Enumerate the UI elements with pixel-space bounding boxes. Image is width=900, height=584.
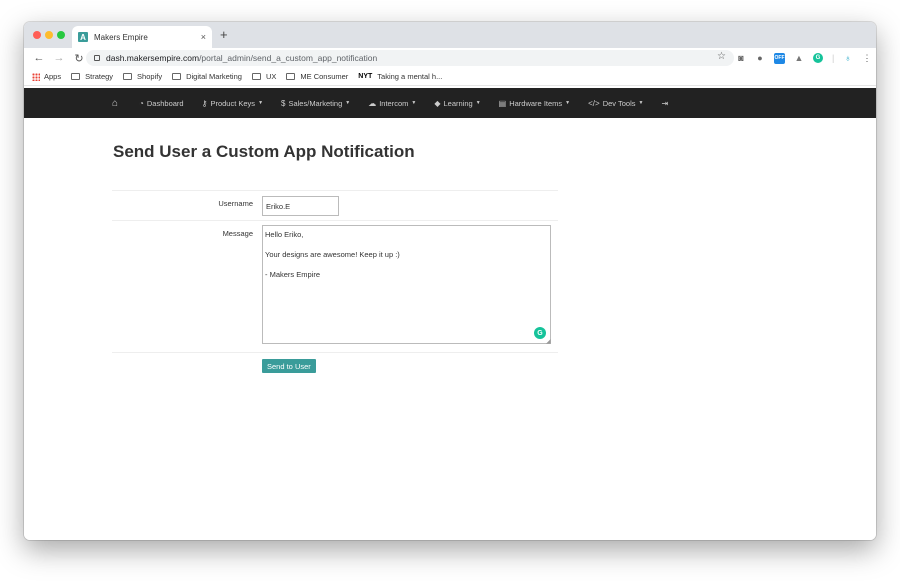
username-label: Username [218, 199, 253, 208]
toolbar-divider: | [832, 53, 835, 63]
tab-title: Makers Empire [94, 32, 148, 42]
app-navbar: ⌂ ◔ Dashboard ⚷ Product Keys ▼ $ Sales/M… [24, 88, 876, 118]
pin-icon[interactable]: ● [755, 53, 765, 63]
bookmarks-bar: Apps Strategy Shopify Digital Marketing … [24, 68, 876, 86]
nav-label: Hardware Items [509, 98, 563, 108]
nav-label: Product Keys [210, 98, 256, 108]
apps-grid-icon [32, 72, 40, 81]
cloud-icon: ☁ [368, 98, 377, 108]
maximize-window-button[interactable] [57, 31, 65, 39]
home-icon: ⌂ [112, 97, 119, 109]
caret-down-icon: ▼ [258, 100, 264, 106]
bookmark-label: UX [265, 72, 277, 81]
form-row-username: Username Eriko.E [112, 190, 558, 220]
caret-down-icon: ▼ [345, 100, 351, 106]
forward-arrow-icon[interactable]: → [49, 52, 69, 64]
bookmark-star-icon[interactable]: ☆ [717, 51, 726, 62]
nav-sales-marketing[interactable]: $ Sales/Marketing ▼ [281, 99, 350, 108]
username-input[interactable]: Eriko.E [262, 196, 339, 216]
bookmark-shopify[interactable]: Shopify [123, 72, 162, 81]
folder-icon [123, 73, 133, 80]
bookmark-label: Apps [44, 72, 62, 81]
nav-label: Dashboard [146, 98, 184, 108]
nav-hardware-items[interactable]: ▤ Hardware Items ▼ [499, 99, 570, 108]
dashboard-icon: ◔ [139, 98, 144, 108]
drive-icon[interactable]: ▲ [794, 53, 804, 63]
bookmark-label: Taking a mental h... [377, 72, 443, 81]
message-textarea[interactable]: Hello Eriko, Your designs are awesome! K… [262, 225, 551, 344]
folder-icon [286, 73, 296, 80]
page-title: Send User a Custom App Notification [113, 142, 415, 161]
nav-sign-out[interactable]: ⇥ [661, 99, 671, 108]
url-host: dash.makersempire.com [106, 53, 200, 63]
nav-product-keys[interactable]: ⚷ Product Keys ▼ [202, 99, 263, 108]
close-tab-icon[interactable]: × [201, 32, 206, 42]
bookmark-label: Digital Marketing [186, 72, 242, 81]
code-icon: </> [588, 98, 600, 108]
graduation-cap-icon: ◆ [434, 98, 441, 108]
browser-tab[interactable]: A Makers Empire × [72, 26, 212, 48]
caret-down-icon: ▼ [475, 100, 481, 106]
bookmark-ux[interactable]: UX [251, 72, 277, 81]
bookmark-taking-a-mental[interactable]: NYT Taking a mental h... [358, 72, 442, 81]
bookmark-apps[interactable]: Apps [32, 72, 61, 81]
nyt-icon: NYT [358, 73, 373, 80]
nav-dashboard[interactable]: ◔ Dashboard [139, 99, 184, 108]
minimize-window-button[interactable] [45, 31, 53, 39]
extension-drop-icon[interactable]: ♁ [843, 53, 853, 63]
bookmark-label: Shopify [137, 72, 163, 81]
nav-intercom[interactable]: ☁ Intercom ▼ [368, 99, 416, 108]
grammarly-icon[interactable]: G [813, 53, 823, 63]
lock-icon [94, 55, 100, 61]
send-to-user-button[interactable]: Send to User [262, 359, 316, 373]
resize-handle-icon[interactable]: ◢ [546, 338, 551, 345]
caret-down-icon: ▼ [638, 100, 644, 106]
nav-learning[interactable]: ◆ Learning ▼ [434, 99, 480, 108]
camera-icon[interactable]: ◙ [736, 53, 746, 63]
new-tab-button[interactable]: + [220, 28, 228, 42]
address-bar[interactable]: dash.makersempire.com/portal_admin/send_… [86, 50, 734, 66]
folder-icon [172, 73, 182, 80]
url-path: /portal_admin/send_a_custom_app_notifica… [199, 53, 378, 63]
folder-icon [251, 73, 261, 80]
grammarly-icon[interactable]: G [534, 327, 546, 339]
bookmark-me-consumer[interactable]: ME Consumer [286, 72, 348, 81]
bookmark-label: ME Consumer [300, 72, 349, 81]
bookmark-strategy[interactable]: Strategy [71, 72, 113, 81]
caret-down-icon: ▼ [565, 100, 571, 106]
form-row-message: Message Hello Eriko, Your designs are aw… [112, 220, 558, 352]
server-icon: ▤ [498, 98, 507, 108]
main-content: Send User a Custom App Notification User… [24, 118, 876, 540]
message-label: Message [222, 229, 253, 238]
bookmark-digital-marketing[interactable]: Digital Marketing [172, 72, 242, 81]
nav-dev-tools[interactable]: </> Dev Tools ▼ [588, 99, 643, 108]
form-row-submit: Send to User [112, 352, 558, 378]
nav-home[interactable]: ⌂ [112, 98, 121, 109]
dollar-icon: $ [281, 98, 286, 108]
folder-icon [71, 73, 81, 80]
back-arrow-icon[interactable]: ← [29, 52, 49, 64]
bookmark-label: Strategy [85, 72, 114, 81]
browser-toolbar: ← → ↻ dash.makersempire.com/portal_admin… [24, 48, 876, 68]
nav-label: Dev Tools [602, 98, 636, 108]
close-window-button[interactable] [33, 31, 41, 39]
nav-label: Learning [443, 98, 473, 108]
browser-window: A Makers Empire × + ← → ↻ dash.makersemp… [24, 22, 876, 540]
caret-down-icon: ▼ [411, 100, 417, 106]
nav-label: Intercom [379, 98, 409, 108]
sign-out-icon: ⇥ [661, 98, 669, 108]
nav-label: Sales/Marketing [288, 98, 343, 108]
makers-empire-favicon-icon: A [78, 32, 88, 42]
key-icon: ⚷ [201, 98, 208, 108]
off-extension-icon[interactable]: OFF [774, 52, 785, 64]
tab-strip: A Makers Empire × + [24, 22, 876, 48]
browser-menu-icon[interactable]: ⋮ [862, 53, 872, 64]
extension-icons: ◙ ● OFF ▲ G | ♁ ⋮ [736, 51, 872, 65]
